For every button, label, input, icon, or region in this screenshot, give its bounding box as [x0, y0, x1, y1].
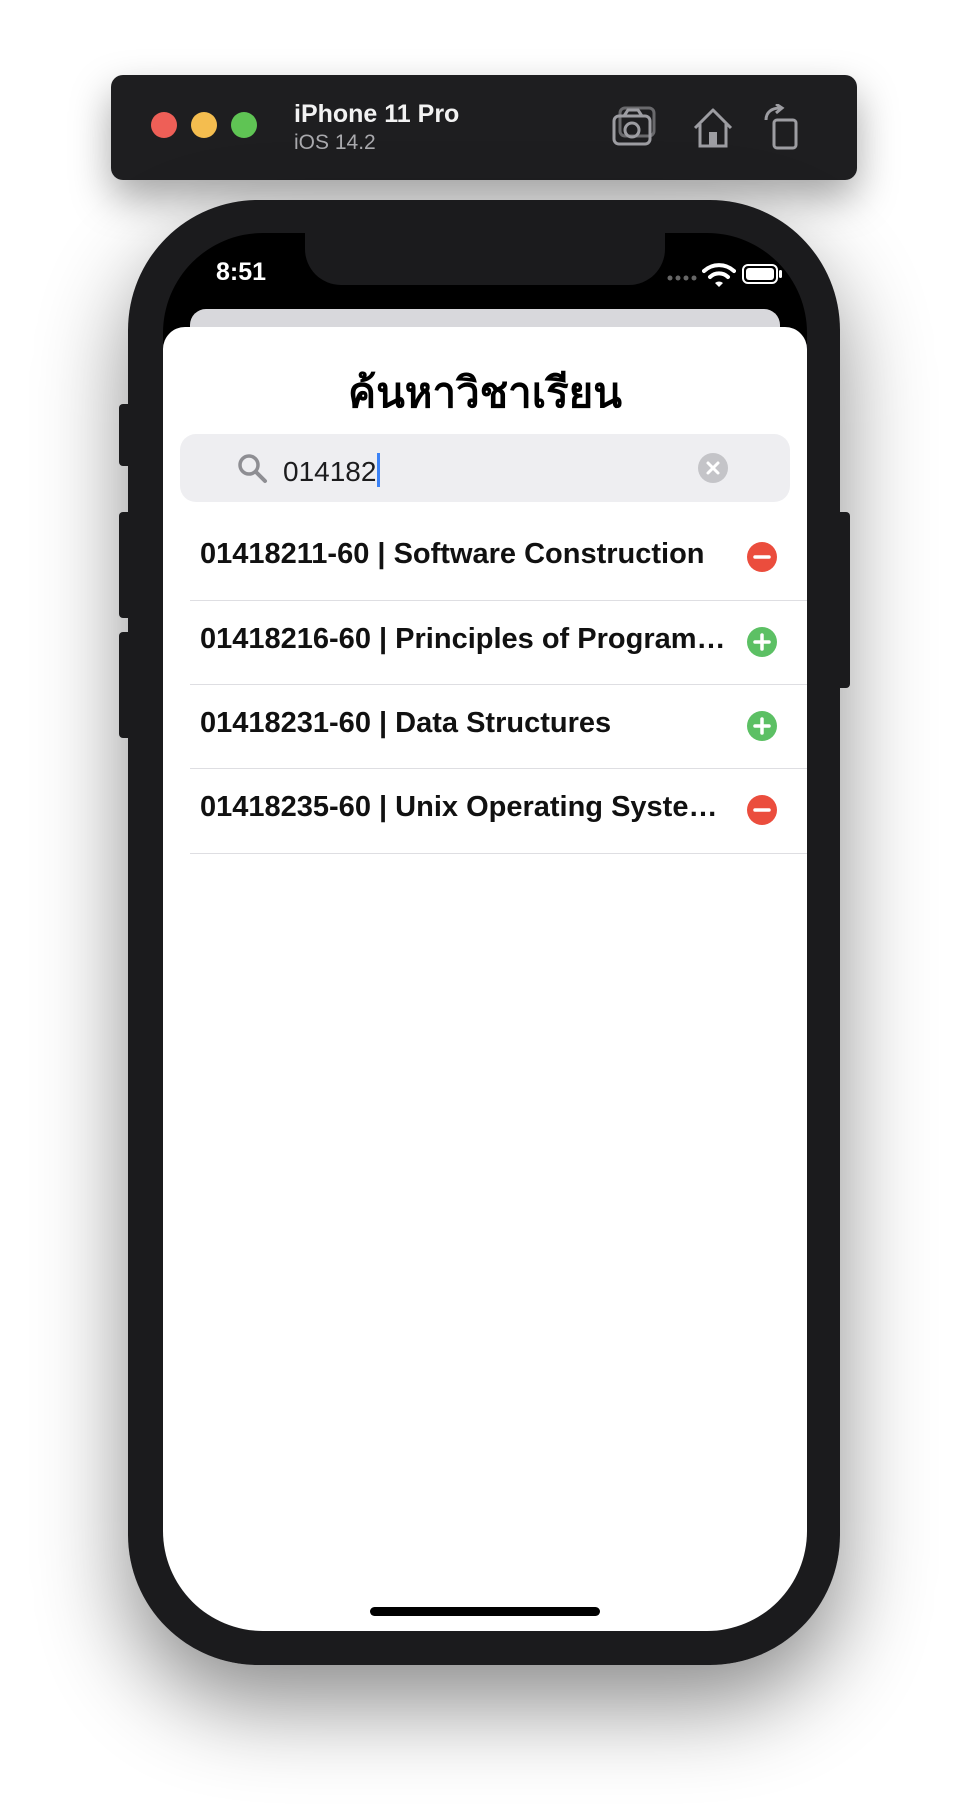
os-version: iOS 14.2 — [294, 131, 376, 154]
course-label: 01418235-60 | Unix Operating Systems — [200, 791, 730, 823]
course-label: 01418231-60 | Data Structures — [200, 707, 612, 739]
simulator-toolbar — [111, 75, 857, 180]
search-input[interactable]: 014182 — [283, 453, 381, 488]
row-divider — [190, 853, 807, 854]
clear-search-icon[interactable] — [697, 452, 729, 484]
notch — [305, 233, 665, 285]
remove-course-icon[interactable] — [746, 541, 778, 573]
course-label: 01418216-60 | Principles of Programming … — [200, 623, 730, 655]
search-icon — [238, 454, 267, 483]
rotate-icon[interactable] — [760, 104, 808, 152]
minimize-window-button[interactable] — [191, 112, 217, 138]
course-label: 01418211-60 | Software Construction — [200, 538, 705, 570]
zoom-window-button[interactable] — [231, 112, 257, 138]
text-caret — [377, 453, 381, 487]
close-window-button[interactable] — [151, 112, 177, 138]
add-course-icon[interactable] — [746, 626, 778, 658]
add-course-icon[interactable] — [746, 710, 778, 742]
course-row[interactable]: 01418211-60 | Software Construction — [190, 516, 807, 600]
course-row[interactable]: 01418216-60 | Principles of Programming … — [190, 601, 807, 685]
device-name: iPhone 11 Pro — [294, 100, 460, 128]
battery-icon — [742, 264, 782, 284]
remove-course-icon[interactable] — [746, 794, 778, 826]
status-time: 8:51 — [216, 258, 267, 286]
cellular-signal-icon — [667, 275, 697, 281]
home-indicator[interactable] — [370, 1607, 600, 1616]
course-row[interactable]: 01418231-60 | Data Structures — [190, 685, 807, 769]
home-icon[interactable] — [689, 104, 737, 152]
wifi-icon — [702, 263, 736, 287]
search-input-value: 014182 — [283, 456, 377, 487]
screenshot-icon[interactable] — [610, 104, 658, 152]
course-row[interactable]: 01418235-60 | Unix Operating Systems — [190, 769, 807, 853]
page-title: ค้นหาวิชาเรียน — [348, 369, 622, 416]
